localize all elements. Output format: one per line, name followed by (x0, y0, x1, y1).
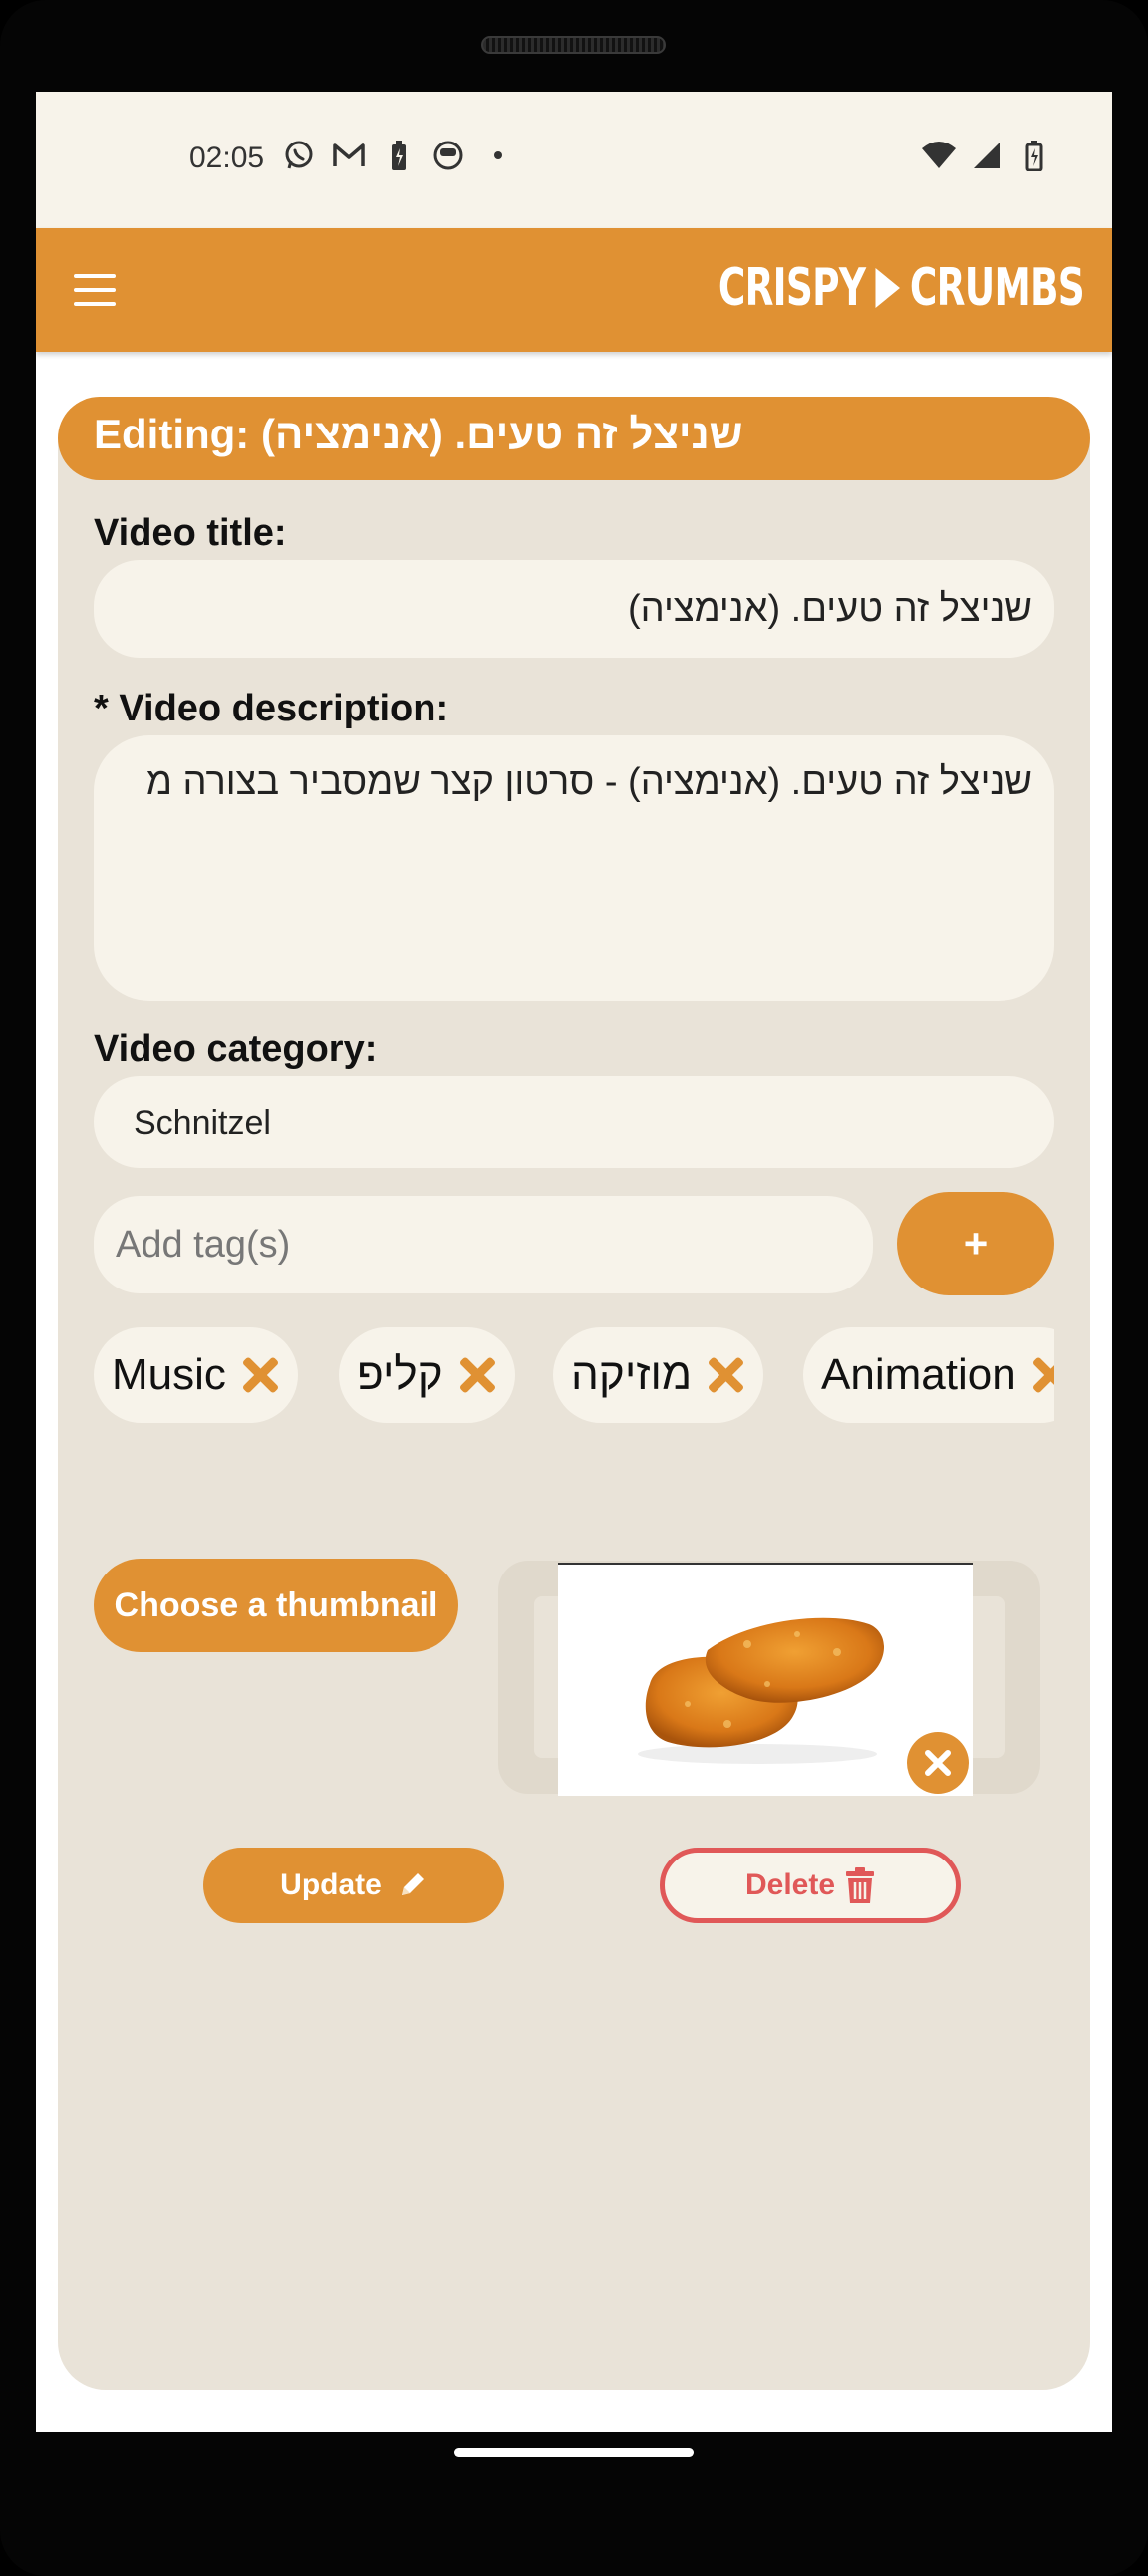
pencil-icon (401, 1873, 424, 1895)
app-bar: CRISPY CRUMBS (36, 228, 1112, 352)
trash-icon (846, 1867, 875, 1903)
earpiece-speaker (481, 36, 666, 54)
whatsapp-icon (281, 138, 317, 173)
tag-label: קליפ (357, 1350, 443, 1399)
add-tag-placeholder: Add tag(s) (116, 1224, 291, 1266)
app-icon (430, 138, 466, 173)
tag-chip-music: Music (94, 1327, 298, 1423)
video-category-value: Schnitzel (134, 1104, 271, 1142)
remove-tag-icon[interactable] (457, 1355, 497, 1395)
video-description-value: שניצל זה טעים. (אנימציה) - סרטון קצר שמס… (145, 761, 1032, 803)
update-button[interactable]: Update (203, 1848, 504, 1923)
wifi-icon (921, 138, 957, 173)
hamburger-menu-icon[interactable] (72, 270, 118, 310)
dot-icon (480, 138, 516, 173)
tag-list: Music קליפ מוזיקה Animation (94, 1327, 1054, 1425)
card-header: Editing: שניצל זה טעים. (אנימציה) (58, 397, 1090, 480)
video-description-label: * Video description: (94, 688, 449, 729)
video-category-select[interactable]: Schnitzel (94, 1076, 1054, 1168)
phone-frame: 02:05 CRISPY CRUMBS Editing: שניצל זה טע… (0, 0, 1148, 2576)
app-logo[interactable]: CRISPY CRUMBS (718, 258, 1085, 318)
logo-text-left: CRISPY (718, 258, 866, 318)
choose-thumbnail-button[interactable]: Choose a thumbnail (94, 1559, 458, 1652)
edit-video-card: Editing: שניצל זה טעים. (אנימציה) Video … (58, 397, 1090, 2390)
video-category-label: Video category: (94, 1028, 378, 1070)
tag-chip-animation: Animation (803, 1327, 1054, 1423)
tag-chip-music-hebrew: מוזיקה (553, 1327, 764, 1423)
close-icon (925, 1750, 951, 1776)
status-time: 02:05 (189, 142, 265, 174)
play-icon (875, 268, 900, 308)
remove-tag-icon[interactable] (706, 1355, 745, 1395)
home-gesture-bar[interactable] (454, 2448, 694, 2457)
video-description-textarea[interactable]: שניצל זה טעים. (אנימציה) - סרטון קצר שמס… (94, 735, 1054, 1001)
notification-icons (281, 138, 516, 173)
update-label: Update (280, 1868, 382, 1901)
video-title-input[interactable]: שניצל זה טעים. (אנימציה) (94, 560, 1054, 658)
system-icons (921, 138, 1052, 173)
delete-label: Delete (744, 1868, 836, 1901)
status-bar: 02:05 (36, 92, 1112, 228)
delete-button[interactable]: Delete (660, 1848, 961, 1923)
signal-icon (969, 138, 1004, 173)
tag-label: Music (112, 1350, 226, 1399)
remove-tag-icon[interactable] (240, 1355, 280, 1395)
logo-text-right: CRUMBS (909, 258, 1085, 318)
tag-label: מוזיקה (571, 1350, 693, 1399)
video-title-value: שניצל זה טעים. (אנימציה) (628, 588, 1032, 630)
battery-charging-icon (381, 138, 417, 173)
add-tag-input[interactable]: Add tag(s) (94, 1196, 873, 1293)
tag-chip-clip: קליפ (339, 1327, 515, 1423)
gmail-icon (331, 138, 367, 173)
screen: 02:05 CRISPY CRUMBS Editing: שניצל זה טע… (36, 92, 1112, 2432)
editing-title: Editing: שניצל זה טעים. (אנימציה) (94, 411, 743, 457)
battery-icon (1016, 138, 1052, 173)
remove-tag-icon[interactable] (1030, 1355, 1054, 1395)
tag-label: Animation (821, 1350, 1016, 1399)
add-tag-button[interactable]: + (897, 1192, 1054, 1295)
remove-thumbnail-button[interactable] (907, 1732, 969, 1794)
video-title-label: Video title: (94, 512, 287, 554)
